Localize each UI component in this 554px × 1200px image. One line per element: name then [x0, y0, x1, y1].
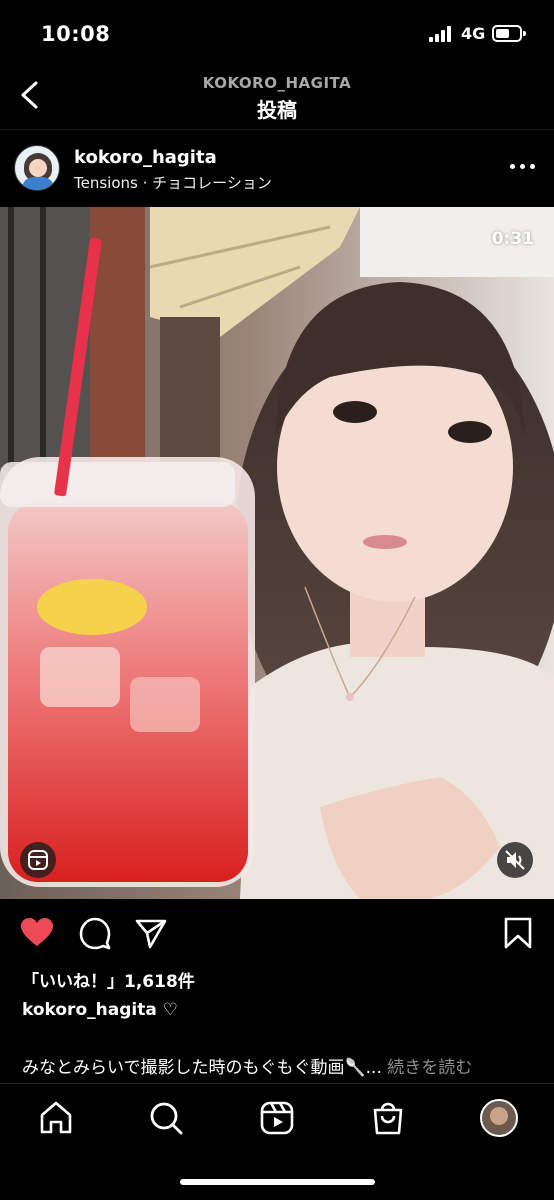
reels-icon [28, 850, 48, 870]
caption-text: みなとみらいで撮影した時のもぐもぐ動画🥄... [22, 1058, 382, 1078]
home-icon [40, 1101, 72, 1134]
tab-home[interactable] [37, 1099, 75, 1137]
post-username[interactable]: kokoro_hagita [74, 147, 217, 168]
post-actions [0, 900, 554, 962]
reels-badge[interactable] [20, 842, 56, 878]
comment-icon [79, 917, 111, 950]
top-nav: KOKORO_HAGITA 投稿 [0, 70, 554, 130]
caption-username[interactable]: kokoro_hagita ♡ [22, 1000, 178, 1020]
like-count[interactable]: 「いいね！」1,618件 [22, 967, 195, 992]
home-indicator [180, 1179, 375, 1185]
page-title: 投稿 [257, 98, 297, 122]
tab-profile-avatar[interactable] [480, 1099, 518, 1137]
like-button[interactable] [20, 916, 54, 950]
battery-icon [492, 25, 526, 42]
save-button[interactable] [501, 916, 535, 950]
avatar[interactable] [14, 145, 60, 191]
tab-shop[interactable] [369, 1099, 407, 1137]
shop-icon [373, 1102, 403, 1135]
bookmark-icon [504, 917, 532, 949]
network-type: 4G [461, 24, 486, 43]
video-frame [0, 207, 554, 899]
speaker-muted-icon [505, 850, 525, 870]
more-options-button[interactable] [510, 161, 536, 171]
mute-button[interactable] [497, 842, 533, 878]
video-duration: 0:31 [491, 229, 534, 249]
tab-reels[interactable] [258, 1099, 296, 1137]
reels-icon [260, 1101, 294, 1135]
heart-icon [21, 918, 53, 946]
share-button[interactable] [134, 916, 168, 950]
post-header: kokoro_hagita Tensions · チョコレーション [0, 131, 554, 206]
comment-button[interactable] [78, 916, 112, 950]
signal-icon [429, 26, 455, 42]
tab-search[interactable] [147, 1099, 185, 1137]
status-bar: 10:08 4G [0, 0, 554, 70]
clock: 10:08 [41, 22, 111, 46]
post-video[interactable]: 0:31 [0, 207, 554, 899]
header-account: KOKORO_HAGITA [202, 74, 352, 92]
share-icon [135, 919, 167, 949]
search-icon [150, 1102, 183, 1135]
caption: みなとみらいで撮影した時のもぐもぐ動画🥄... 続きを読む [22, 1053, 542, 1078]
read-more-link[interactable]: 続きを読む [387, 1058, 472, 1078]
audio-label[interactable]: Tensions · チョコレーション [74, 172, 272, 193]
